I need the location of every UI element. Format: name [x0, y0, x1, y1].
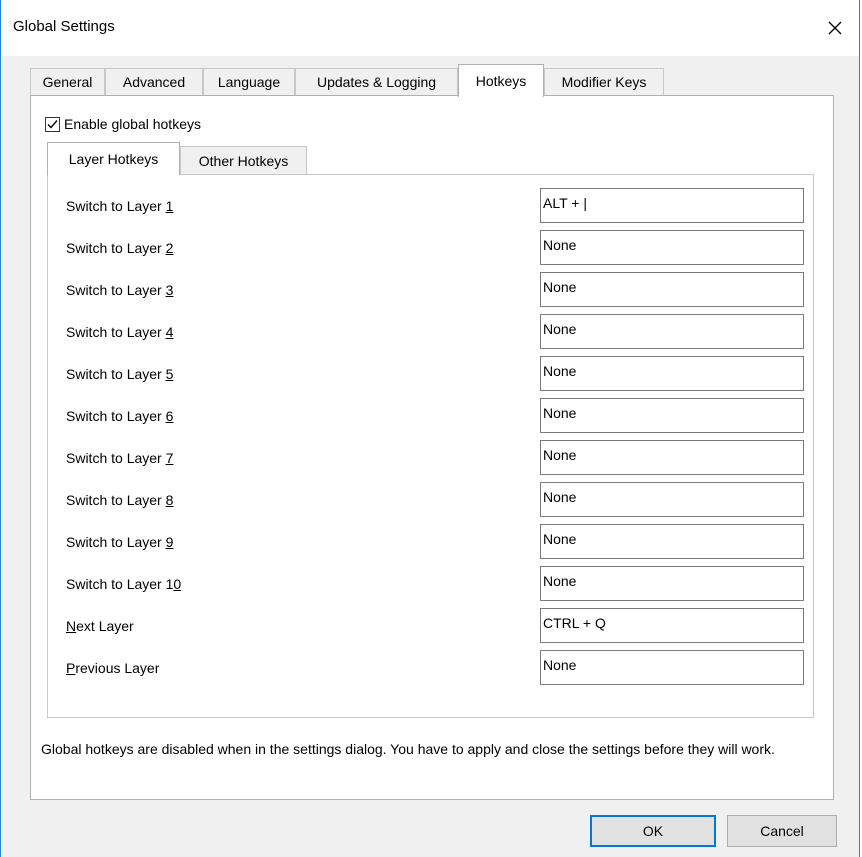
- hotkey-row: Switch to Layer 5 None: [48, 356, 813, 392]
- tab-label: Modifier Keys: [561, 74, 647, 90]
- hotkey-input[interactable]: None: [540, 356, 804, 391]
- hotkey-label: Switch to Layer 9: [66, 534, 174, 550]
- hotkey-label: Switch to Layer 1: [66, 198, 174, 214]
- hotkey-input[interactable]: None: [540, 272, 804, 307]
- enable-hotkeys-label: Enable global hotkeys: [64, 116, 201, 132]
- tab-advanced[interactable]: Advanced: [105, 68, 203, 95]
- hotkeys-page: Enable global hotkeys Layer Hotkeys Othe…: [30, 95, 834, 800]
- hotkey-input[interactable]: CTRL + Q: [540, 608, 804, 643]
- tab-other-hotkeys[interactable]: Other Hotkeys: [180, 146, 307, 174]
- hotkey-input[interactable]: None: [540, 314, 804, 349]
- hotkey-label: Switch to Layer 3: [66, 282, 174, 298]
- hotkey-row: Switch to Layer 1 ALT + |: [48, 188, 813, 224]
- tab-label: Other Hotkeys: [198, 152, 289, 169]
- enable-hotkeys-checkbox[interactable]: Enable global hotkeys: [45, 116, 201, 132]
- tab-layer-hotkeys[interactable]: Layer Hotkeys: [47, 142, 180, 175]
- tab-updates-logging[interactable]: Updates & Logging: [295, 68, 458, 95]
- hotkey-label: Switch to Layer 7: [66, 450, 174, 466]
- hotkey-row: Switch to Layer 3 None: [48, 272, 813, 308]
- hotkey-input[interactable]: None: [540, 650, 804, 685]
- hotkey-label: Switch to Layer 2: [66, 240, 174, 256]
- tab-label: Layer Hotkeys: [68, 151, 159, 167]
- hotkey-row: Switch to Layer 4 None: [48, 314, 813, 350]
- hotkey-row: Switch to Layer 9 None: [48, 524, 813, 560]
- layer-hotkeys-panel: Switch to Layer 1 ALT + | Switch to Laye…: [47, 174, 814, 718]
- hotkey-row: Switch to Layer 2 None: [48, 230, 813, 266]
- hotkey-row: Switch to Layer 7 None: [48, 440, 813, 476]
- window-title: Global Settings: [13, 18, 115, 35]
- cancel-button[interactable]: Cancel: [727, 815, 837, 847]
- hotkey-label: Switch to Layer 10: [66, 576, 182, 592]
- tab-modifier-keys[interactable]: Modifier Keys: [544, 68, 664, 95]
- checkbox-box[interactable]: [45, 116, 60, 132]
- settings-window: Global Settings General Advanced Languag…: [0, 0, 860, 857]
- hotkey-label: Switch to Layer 5: [66, 366, 174, 382]
- hotkey-row: Switch to Layer 10 None: [48, 566, 813, 602]
- hotkey-input[interactable]: None: [540, 524, 804, 559]
- hotkey-label: Switch to Layer 8: [66, 492, 174, 508]
- tab-label: Advanced: [122, 74, 186, 90]
- hotkey-input[interactable]: None: [540, 566, 804, 601]
- checkmark-icon: [47, 119, 58, 129]
- tab-label: Hotkeys: [475, 73, 527, 89]
- hotkey-row: Previous Layer None: [48, 650, 813, 686]
- tab-label: Language: [217, 74, 281, 90]
- tab-hotkeys[interactable]: Hotkeys: [458, 64, 544, 97]
- hotkey-input[interactable]: None: [540, 482, 804, 517]
- hotkey-input[interactable]: None: [540, 230, 804, 265]
- hotkey-label: Next Layer: [66, 618, 134, 634]
- hotkey-input[interactable]: None: [540, 398, 804, 433]
- hotkey-row: Switch to Layer 8 None: [48, 482, 813, 518]
- hotkey-input[interactable]: ALT + |: [540, 188, 804, 223]
- hotkey-label: Switch to Layer 4: [66, 324, 174, 340]
- tab-label: Updates & Logging: [316, 74, 437, 90]
- title-bar: Global Settings: [1, 0, 859, 56]
- hotkey-row: Next Layer CTRL + Q: [48, 608, 813, 644]
- hotkey-input[interactable]: None: [540, 440, 804, 475]
- close-icon: [828, 21, 842, 35]
- ok-button[interactable]: OK: [590, 815, 716, 847]
- hotkey-label: Switch to Layer 6: [66, 408, 174, 424]
- hotkey-label: Previous Layer: [66, 660, 160, 676]
- tab-general[interactable]: General: [30, 68, 105, 95]
- close-button[interactable]: [811, 8, 859, 48]
- tab-label: General: [42, 74, 93, 90]
- hotkeys-note: Global hotkeys are disabled when in the …: [41, 741, 775, 757]
- hotkey-row: Switch to Layer 6 None: [48, 398, 813, 434]
- tab-language[interactable]: Language: [203, 68, 295, 95]
